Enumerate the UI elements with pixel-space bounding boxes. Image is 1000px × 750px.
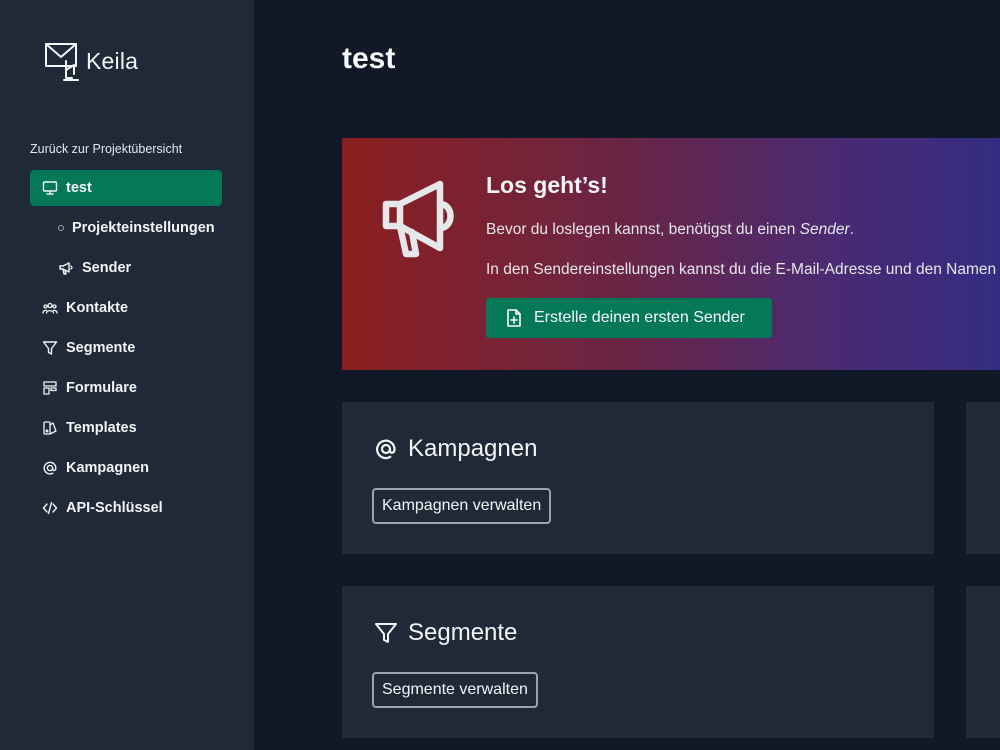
banner-text-sender-required: Bevor du loslegen kannst, benötigst du e… <box>486 221 854 238</box>
manage-segments-button[interactable]: Segmente verwalten <box>372 672 538 708</box>
app-name: Keila <box>86 47 139 74</box>
card-segmente: Segmente Segmente verwalten <box>342 586 934 738</box>
bullet-icon <box>58 225 64 231</box>
sidebar-item-label: Segmente <box>66 340 136 356</box>
megaphone-icon <box>58 260 74 276</box>
sidebar-item-label: Kontakte <box>66 300 129 316</box>
sidebar-item-formulare[interactable]: Formulare <box>30 370 222 406</box>
sidebar-item-test[interactable]: test <box>30 170 222 206</box>
code-icon <box>42 500 58 516</box>
filter-icon <box>374 621 398 645</box>
card-kampagnen: Kampagnen Kampagnen verwalten <box>342 402 934 554</box>
sidebar-item-label: Formulare <box>66 380 137 396</box>
sidebar-item-kampagnen[interactable]: Kampagnen <box>30 450 222 486</box>
banner-title: Los geht’s! <box>486 172 608 198</box>
card-title: Kampagnen <box>374 435 537 463</box>
banner-text-sender-settings: In den Sendereinstellungen kannst du die… <box>486 261 1000 278</box>
create-first-sender-label: Erstelle deinen ersten Sender <box>534 309 745 326</box>
sidebar-item-label: API-Schlüssel <box>66 500 163 516</box>
sidebar-item-templates[interactable]: Templates <box>30 410 222 446</box>
template-icon <box>42 420 58 436</box>
app-root: Keila Zurück zur Projektübersicht test P… <box>0 0 1000 750</box>
sidebar-item-segmente[interactable]: Segmente <box>30 330 222 366</box>
users-icon <box>42 300 58 316</box>
sidebar-item-kontakte[interactable]: Kontakte <box>30 290 222 326</box>
sidebar-item-api-keys[interactable]: API-Schlüssel <box>30 490 222 526</box>
create-first-sender-button[interactable]: Erstelle deinen ersten Sender <box>486 298 772 338</box>
sidebar-item-label: Projekteinstellungen <box>72 220 215 236</box>
sidebar-item-label: test <box>66 180 92 196</box>
card-partial-right-top <box>966 402 1000 554</box>
sidebar-item-projekteinstellungen[interactable]: Projekteinstellungen <box>30 210 222 246</box>
megaphone-icon <box>380 176 464 260</box>
page-title: test <box>342 42 396 75</box>
at-icon <box>42 460 58 476</box>
sidebar: Keila Zurück zur Projektübersicht test P… <box>0 0 254 750</box>
keila-logo-icon <box>44 41 84 83</box>
back-to-projects-link[interactable]: Zurück zur Projektübersicht <box>30 142 182 156</box>
card-partial-right-bottom <box>966 586 1000 738</box>
card-title-label: Kampagnen <box>408 435 538 462</box>
file-plus-icon <box>504 308 534 328</box>
filter-icon <box>42 340 58 356</box>
sidebar-item-sender[interactable]: Sender <box>30 250 222 286</box>
sidebar-item-label: Templates <box>66 420 137 436</box>
at-icon <box>374 437 398 461</box>
form-layout-icon <box>42 380 58 396</box>
sidebar-nav: test Projekteinstellungen Sender Kontakt… <box>30 170 222 530</box>
card-title-label: Segmente <box>408 619 518 646</box>
monitor-icon <box>42 180 58 196</box>
logo[interactable]: Keila <box>44 41 138 83</box>
sidebar-item-label: Kampagnen <box>66 460 149 476</box>
getting-started-banner: Los geht’s! Bevor du loslegen kannst, be… <box>342 138 1000 370</box>
sidebar-item-label: Sender <box>82 260 132 276</box>
card-title: Segmente <box>374 619 517 647</box>
manage-campaigns-button[interactable]: Kampagnen verwalten <box>372 488 552 524</box>
